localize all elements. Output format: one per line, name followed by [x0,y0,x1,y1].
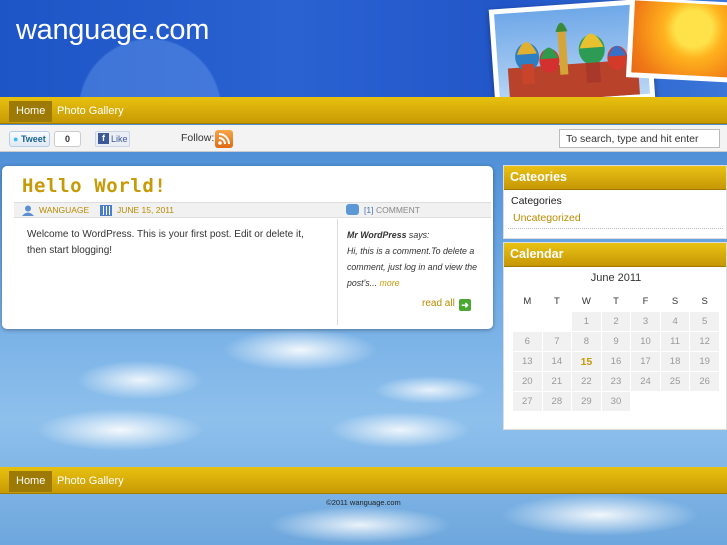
comment-text: Hi, this is a comment.To delete a commen… [347,246,478,288]
calendar-day: 19 [690,352,719,371]
calendar-day: 4 [660,312,690,331]
comment-says: says: [406,230,430,240]
footer-nav-home[interactable]: Home [9,471,53,492]
calendar-day: 12 [690,332,719,351]
categories-widget: Cateories Categories Uncategorized [503,165,727,239]
post-author[interactable]: WANGUAGE [39,205,89,215]
calendar-empty-cell [690,392,719,411]
calendar-day: 30 [601,392,631,411]
divider [508,228,723,229]
post-meta: WANGUAGE JUNE 15, 2011 [1] COMMENT [14,202,491,218]
post-divider [337,219,338,325]
calendar-empty-cell [513,312,542,331]
read-all-link[interactable]: read all [422,298,455,309]
calendar-day: 18 [660,352,690,371]
weekday-header: T [613,296,619,307]
calendar-day: 25 [660,372,690,391]
calendar-day: 20 [513,372,542,391]
follow-label: Follow: [181,132,215,144]
weekday-header: S [671,296,679,307]
site-title[interactable]: wanguage.com [16,14,209,47]
rss-icon[interactable] [215,130,233,148]
calendar-day: 9 [601,332,631,351]
calendar-day: 1 [572,312,601,331]
categories-label: Categories [511,195,562,207]
calendar-empty-cell [661,392,690,411]
tweet-button[interactable]: ● Tweet [9,131,50,147]
calendar-day: 13 [513,352,542,371]
calendar-day: 21 [542,372,572,391]
calendar-day: 5 [690,312,719,331]
calendar-day: 29 [572,392,601,411]
calendar-day: 22 [572,372,601,391]
calendar-day: 24 [631,372,660,391]
calendar-empty-cell [543,312,572,331]
tweet-label: Tweet [20,134,46,144]
calendar-day: 10 [631,332,660,351]
weekday-header: S [701,296,708,307]
user-icon [22,205,34,216]
weekday-header: T [553,296,560,307]
weekday-header: M [523,296,532,307]
tweet-count: 0 [54,131,81,147]
post-date: JUNE 15, 2011 [117,205,175,215]
like-label: Like [111,134,128,144]
copyright: ©2011 wanguage.com [326,498,401,507]
calendar-widget: Calendar June 2011 M T W T F S S 12345 6… [503,242,727,430]
weekday-header: W [581,296,591,307]
recent-comment: Mr WordPress says: Hi, this is a comment… [347,227,485,291]
comment-count[interactable]: [1] [364,205,373,215]
calendar-icon [100,205,112,216]
search-input[interactable] [559,129,720,148]
calendar-day: 7 [542,332,572,351]
comment-label[interactable]: COMMENT [376,205,420,215]
arrow-right-icon[interactable]: ➜ [459,299,471,311]
calendar-day: 17 [631,352,660,371]
like-button[interactable]: f Like [95,131,130,147]
header-photo-sunset [625,0,727,83]
post-title[interactable]: Hello World! [22,175,166,197]
post-card: Hello World! WANGUAGE JUNE 15, 2011 [1] … [2,166,493,329]
calendar-day: 6 [513,332,542,351]
twitter-bird-icon: ● [13,134,19,144]
calendar-heading: Calendar [504,243,726,267]
calendar-day: 23 [601,372,631,391]
calendar-day: 16 [601,352,631,371]
calendar-day: 26 [690,372,719,391]
comment-more-link[interactable]: more [380,278,400,288]
weekday-header: F [642,296,649,307]
calendar-month: June 2011 [590,272,642,284]
social-bar: ● Tweet 0 f Like Follow: [0,125,727,152]
top-nav: Home Photo Gallery [0,97,727,124]
calendar-empty-cell [631,392,660,411]
calendar-day: 28 [542,392,572,411]
facebook-icon: f [98,133,109,144]
category-link-uncategorized[interactable]: Uncategorized [513,212,581,224]
post-body: Welcome to WordPress. This is your first… [27,229,304,256]
site-header: wanguage.com [0,0,727,97]
categories-heading: Cateories [504,166,726,190]
calendar-day[interactable]: 15 [572,352,601,371]
calendar-day: 11 [660,332,690,351]
calendar-day: 27 [513,392,542,411]
calendar-day: 14 [542,352,572,371]
nav-home[interactable]: Home [9,101,53,122]
footer-nav-photo-gallery[interactable]: Photo Gallery [50,471,131,492]
calendar-day: 8 [572,332,601,351]
nav-photo-gallery[interactable]: Photo Gallery [50,101,131,122]
footer-nav: Home Photo Gallery [0,467,727,494]
calendar-day: 3 [631,312,660,331]
comment-author: Mr WordPress [347,230,407,240]
calendar-day: 2 [601,312,631,331]
calendar-grid: M T W T F S S 12345 6 7 8 9 10 11 12 13 14 15 16 1… [512,291,720,412]
calendar-body: 12345 6 7 8 9 10 11 12 13 14 15 16 17 18 19 20 21 22 23… [513,312,719,411]
comment-icon [346,204,359,215]
